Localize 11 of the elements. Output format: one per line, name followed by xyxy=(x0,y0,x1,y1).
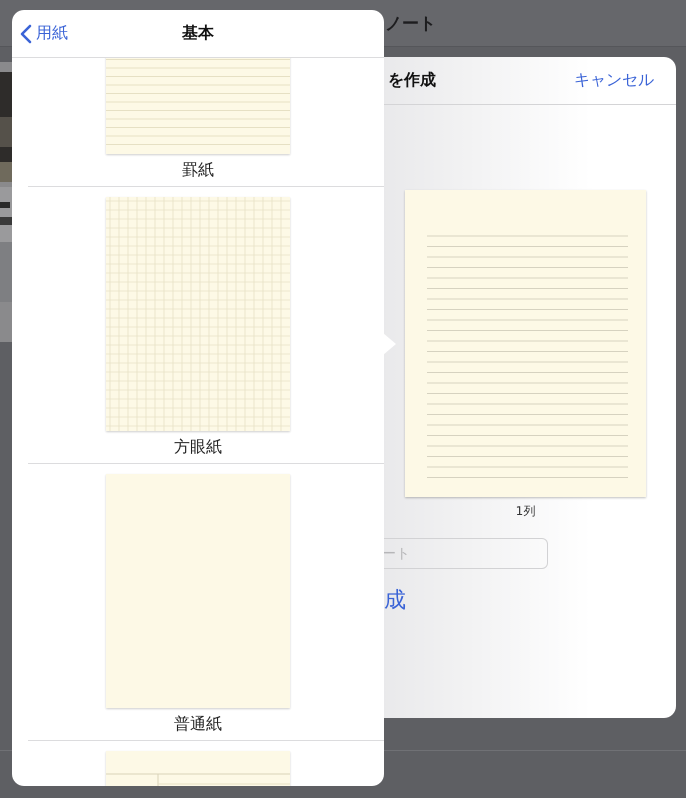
paper-label[interactable]: 方眼紙 xyxy=(174,437,222,458)
create-button[interactable]: 成 xyxy=(384,585,406,615)
cancel-button[interactable]: キャンセル xyxy=(574,70,654,91)
paper-label[interactable]: 普通紙 xyxy=(174,714,222,735)
sheet-title: を作成 xyxy=(388,70,436,91)
paper-label[interactable]: 罫紙 xyxy=(182,160,214,181)
back-button[interactable]: 用紙 xyxy=(20,23,68,44)
preview-caption: 1列 xyxy=(516,503,536,520)
popover-title: 基本 xyxy=(182,23,214,44)
back-chevron-icon xyxy=(20,24,32,44)
screen-title: ノート xyxy=(385,12,436,34)
